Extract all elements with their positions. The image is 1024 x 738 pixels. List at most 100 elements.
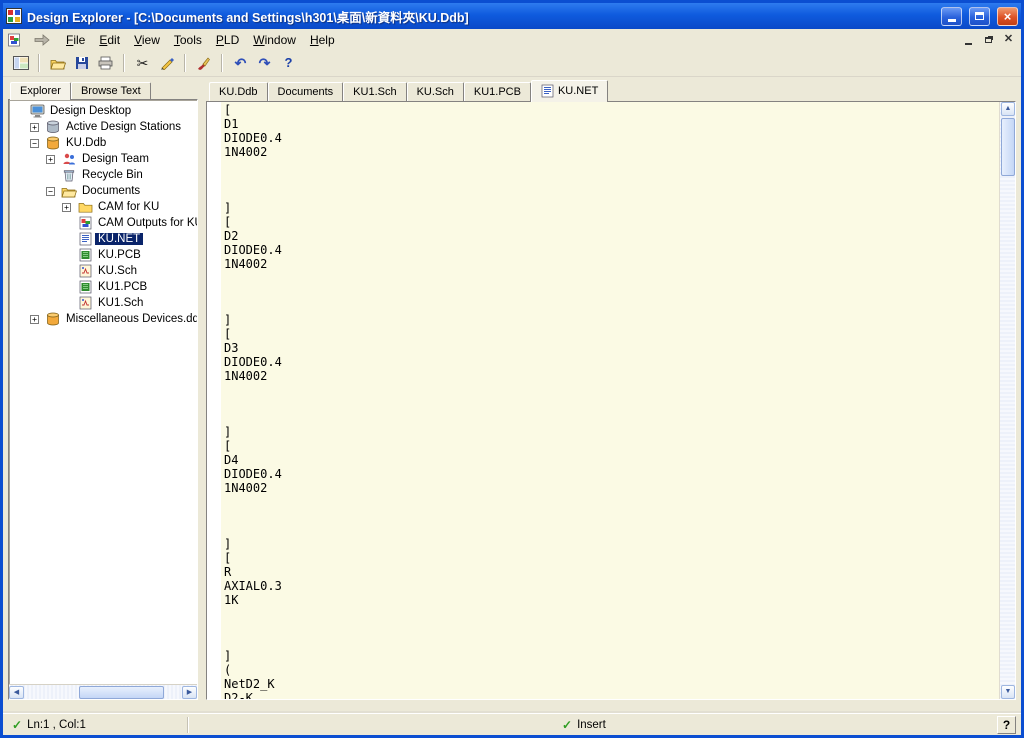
doc-tab-ku1-pcb[interactable]: KU1.PCB (464, 82, 531, 101)
editor-panel: KU.Ddb Documents KU1.Sch KU.Sch KU1.PCB KU.NE… (206, 80, 1016, 700)
undo-button[interactable]: ↶ (229, 52, 252, 74)
help-button[interactable]: ? (277, 52, 300, 74)
menu-help[interactable]: Help (303, 31, 342, 49)
tree-item-ku-sch[interactable]: KU.Sch (9, 263, 197, 279)
pencil-icon (160, 56, 174, 70)
expander-slot: − (29, 139, 45, 148)
doc-tab-documents[interactable]: Documents (268, 82, 344, 101)
database-icon (45, 136, 61, 150)
tree-item-label: Design Desktop (47, 105, 134, 117)
insert-mode: Insert (577, 719, 606, 731)
doc-tab-label: KU.Ddb (219, 86, 258, 98)
tree-item-design-team[interactable]: +Design Team (9, 151, 197, 167)
tree-item-ku1-sch[interactable]: KU1.Sch (9, 295, 197, 311)
collapse-icon[interactable]: − (30, 139, 39, 148)
help-button[interactable]: ? (997, 716, 1016, 734)
menu-bar: FileEditViewToolsPLDWindowHelp ✕ (3, 29, 1021, 50)
status-bar: ✓ Ln:1 , Col:1 ✓ Insert ? (3, 713, 1021, 735)
mdi-close-icon: ✕ (1004, 34, 1013, 45)
restore-button[interactable] (969, 7, 990, 26)
doc-tab-ku-ddb[interactable]: KU.Ddb (209, 82, 268, 101)
tree-item-miscellaneous-devices-ddb[interactable]: + Miscellaneous Devices.ddb (9, 311, 197, 327)
expand-icon[interactable]: + (30, 315, 39, 324)
toolbar-separator (221, 54, 223, 72)
close-icon: × (1004, 10, 1012, 23)
doc-tab-label: KU1.Sch (353, 86, 396, 98)
toolbar-separator (184, 54, 186, 72)
net-doc-icon (541, 84, 554, 98)
editor-gutter (207, 102, 221, 699)
document-system-icon[interactable] (7, 33, 21, 47)
check-icon: ✓ (562, 718, 572, 732)
minimize-button[interactable] (941, 7, 962, 26)
expand-icon[interactable]: + (62, 203, 71, 212)
document-tree-container: Design Desktop +Active Design Stations − KU… (8, 99, 198, 700)
toolbar-separator (38, 54, 40, 72)
menu-tools[interactable]: Tools (167, 31, 209, 49)
mdi-minimize-button[interactable] (960, 32, 977, 47)
title-bar[interactable]: Design Explorer - [C:\Documents and Sett… (3, 3, 1021, 29)
tree-item-label: KU.Ddb (63, 137, 109, 149)
tree-item-label: Miscellaneous Devices.ddb (63, 313, 197, 325)
tree-item-cam-for-ku[interactable]: +CAM for KU (9, 199, 197, 215)
main-area: Explorer Browse Text Design Desktop +Acti… (3, 77, 1021, 713)
menu-edit[interactable]: Edit (92, 31, 127, 49)
open-folder-icon (50, 57, 66, 70)
cut-button[interactable]: ✂ (131, 52, 154, 74)
scroll-up-icon[interactable]: ▲ (1001, 102, 1015, 116)
document-tree: Design Desktop +Active Design Stations − KU… (9, 100, 197, 684)
brush-icon (197, 56, 211, 70)
brush-button[interactable] (192, 52, 215, 74)
collapse-icon[interactable]: − (46, 187, 55, 196)
document-tab-bar: KU.Ddb Documents KU1.Sch KU.Sch KU1.PCB KU.NE… (206, 80, 1016, 101)
folder-icon (77, 201, 93, 213)
vertical-scroll-thumb[interactable] (1001, 118, 1015, 176)
doc-tab-ku-net[interactable]: KU.NET (531, 80, 608, 102)
tab-explorer[interactable]: Explorer (10, 82, 71, 100)
scroll-right-icon[interactable]: ▶ (182, 686, 197, 699)
tree-item-label: CAM Outputs for KU (95, 217, 197, 229)
tree-horizontal-scrollbar[interactable]: ◀ ▶ (9, 684, 197, 699)
doc-tab-label: Documents (278, 86, 334, 98)
tree-item-ku-ddb[interactable]: − KU.Ddb (9, 135, 197, 151)
expand-icon[interactable]: + (30, 123, 39, 132)
editor-vertical-scrollbar[interactable]: ▲ ▼ (999, 102, 1015, 699)
menu-window[interactable]: Window (246, 31, 303, 49)
tree-item-cam-outputs-for-ku[interactable]: CAM Outputs for KU (9, 215, 197, 231)
expand-icon[interactable]: + (46, 155, 55, 164)
doc-tab-label: KU1.PCB (474, 86, 521, 98)
open-folder-button[interactable] (46, 52, 69, 74)
menu-file[interactable]: File (59, 31, 92, 49)
doc-tab-ku1-sch[interactable]: KU1.Sch (343, 82, 406, 101)
minimize-icon (948, 19, 956, 22)
scroll-down-icon[interactable]: ▼ (1001, 685, 1015, 699)
tree-item-ku-net[interactable]: KU.NET (9, 231, 197, 247)
mdi-close-button[interactable]: ✕ (1000, 32, 1017, 47)
redo-button[interactable]: ↷ (253, 52, 276, 74)
tree-item-design-desktop[interactable]: Design Desktop (9, 103, 197, 119)
tree-item-active-design-stations[interactable]: +Active Design Stations (9, 119, 197, 135)
help-icon: ? (285, 56, 293, 70)
menu-pld[interactable]: PLD (209, 31, 246, 49)
pencil-button[interactable] (155, 52, 178, 74)
close-button[interactable]: × (997, 7, 1018, 26)
tab-browse-text[interactable]: Browse Text (71, 82, 151, 99)
doc-tab-ku-sch[interactable]: KU.Sch (407, 82, 464, 101)
mdi-restore-button[interactable] (980, 32, 997, 47)
panels-button[interactable] (9, 52, 32, 74)
database-icon (45, 312, 61, 326)
tree-item-documents[interactable]: −Documents (9, 183, 197, 199)
tree-item-recycle-bin[interactable]: Recycle Bin (9, 167, 197, 183)
save-button[interactable] (70, 52, 93, 74)
menu-view[interactable]: View (127, 31, 167, 49)
sch-doc-icon (77, 296, 93, 310)
insert-mode-segment: ✓ Insert (558, 716, 610, 734)
cut-icon: ✂ (137, 56, 149, 70)
scroll-left-icon[interactable]: ◀ (9, 686, 24, 699)
tree-item-ku1-pcb[interactable]: KU1.PCB (9, 279, 197, 295)
pcb-doc-icon (77, 280, 93, 294)
tree-item-ku-pcb[interactable]: KU.PCB (9, 247, 197, 263)
horizontal-scroll-thumb[interactable] (79, 686, 164, 699)
print-button[interactable] (94, 52, 117, 74)
code-text[interactable]: [ D1 DIODE0.4 1N4002 ] [ D2 DIODE0.4 1N4… (221, 102, 999, 699)
